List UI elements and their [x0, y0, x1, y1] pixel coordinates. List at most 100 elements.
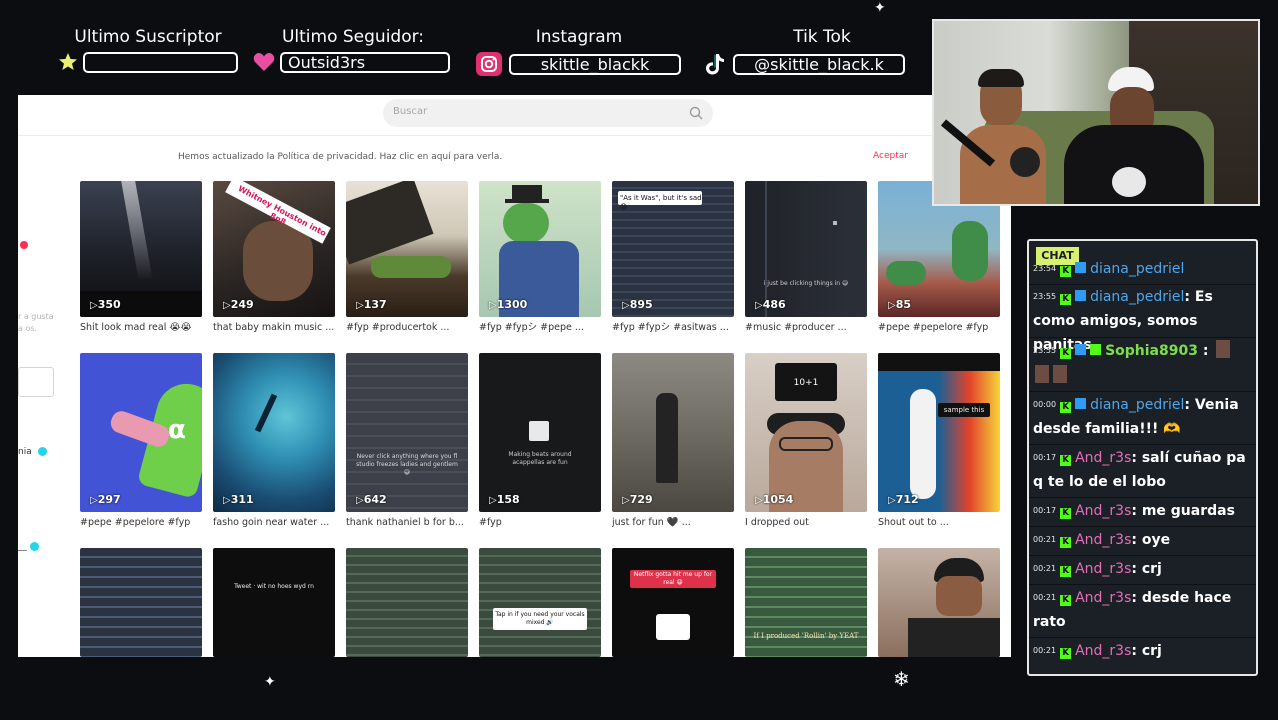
video-card[interactable]: Whitney Houston into 8n8 249 that baby m… [213, 181, 335, 334]
message-time: 00:21 [1033, 646, 1057, 655]
sidebar-button[interactable] [18, 367, 54, 397]
video-card[interactable]: α 297 #pepe #pepelore #fyp [80, 353, 202, 529]
video-thumbnail[interactable]: sample this 712 [878, 353, 1000, 512]
view-count: 1054 [755, 493, 794, 506]
chat-divider [1029, 497, 1256, 498]
video-card[interactable]: Netflix gotta hit me up for real 😆 [612, 548, 734, 657]
message-user: diana_pedriel [1090, 289, 1185, 305]
video-card[interactable]: Tap in if you need your vocals mixed 🔊 [479, 548, 601, 657]
chat-message: 23:54 Kdiana_pedriel [1033, 257, 1253, 281]
video-card[interactable]: If I produced 'Rollin' by YEAT [745, 548, 867, 657]
video-card[interactable]: 311 fasho goin near water ... [213, 353, 335, 529]
last-follower-widget: Ultimo Seguidor: Outsid3rs [253, 26, 453, 73]
video-card[interactable]: 137 #fyp #producertok ... [346, 181, 468, 334]
video-card[interactable]: "As it Was", but it's sad 😞 895 #fyp #fy… [612, 181, 734, 334]
last-follower-label: Ultimo Seguidor: [281, 27, 425, 47]
last-follower-value: Outsid3rs [280, 51, 450, 73]
message-time: 00:00 [1033, 400, 1057, 409]
video-overlay-text: Netflix gotta hit me up for real 😆 [633, 571, 713, 586]
instagram-handle: skittle_blackk [509, 53, 681, 75]
video-thumbnail[interactable]: Never click anything where you fl studio… [346, 353, 468, 512]
video-caption: #pepe #pepelore #fyp [878, 322, 989, 333]
view-count: 137 [356, 298, 387, 311]
video-card[interactable] [878, 548, 1000, 657]
video-thumbnail[interactable]: 729 [612, 353, 734, 512]
star-icon [58, 51, 78, 73]
notification-dot [20, 241, 28, 249]
video-thumbnail[interactable]: Making beats around acappellas are fun 1… [479, 353, 601, 512]
search-input[interactable]: Buscar [383, 99, 713, 127]
instagram-widget: Instagram skittle_blackk [474, 26, 684, 77]
tiktok-label: Tik Tok [793, 27, 851, 47]
video-thumbnail[interactable]: "As it Was", but it's sad 😞 895 [612, 181, 734, 317]
video-card[interactable]: sample this 712 Shout out to ... [878, 353, 1000, 529]
video-thumbnail[interactable]: 137 [346, 181, 468, 317]
video-thumbnail[interactable]: 1300 [479, 181, 601, 317]
kick-badge-icon: K [1060, 648, 1072, 659]
video-card[interactable]: Never click anything where you fl studio… [346, 353, 468, 529]
video-thumbnail[interactable]: 311 [213, 353, 335, 512]
video-caption: just for fun 🖤 ... [612, 517, 691, 528]
emote-icon [1216, 340, 1231, 358]
chat-message: 00:21 K And_r3s: desde hace rato [1033, 586, 1253, 634]
search-icon[interactable] [689, 105, 703, 124]
video-thumbnail[interactable] [346, 548, 468, 657]
view-count: 729 [622, 493, 653, 506]
video-caption: #fyp #fypシ #pepe ... [479, 322, 584, 333]
chat-message: 00:00 Kdiana_pedriel: Venia desde familia… [1033, 393, 1253, 441]
video-card[interactable]: Making beats around acappellas are fun 1… [479, 353, 601, 529]
video-thumbnail[interactable]: Netflix gotta hit me up for real 😆 [612, 548, 734, 657]
video-caption: thank nathaniel b for b... [346, 517, 464, 528]
snowflake-icon: ❄ [893, 667, 910, 691]
kick-badge-icon: K [1060, 566, 1072, 577]
video-card[interactable]: i just be clicking things in 😅 486 #musi… [745, 181, 867, 334]
instagram-label: Instagram [535, 27, 623, 47]
webcam-feed [932, 19, 1260, 206]
video-thumbnail[interactable]: Tap in if you need your vocals mixed 🔊 [479, 548, 601, 657]
video-thumbnail[interactable] [80, 548, 202, 657]
emote-icon [1053, 365, 1067, 383]
video-card[interactable]: 350 Shit look mad real 😭😭 [80, 181, 202, 334]
video-caption: Shit look mad real 😭😭 [80, 322, 192, 333]
message-text: : me guardas [1131, 503, 1235, 519]
sparkle-icon: ✦ [264, 674, 276, 690]
view-count: 311 [223, 493, 254, 506]
video-thumbnail[interactable]: If I produced 'Rollin' by YEAT [745, 548, 867, 657]
video-caption: fasho goin near water ... [213, 517, 330, 528]
video-card[interactable]: Tweet · wit no hoes wyd rn [213, 548, 335, 657]
chat-message: 00:21 K And_r3s: crj [1033, 639, 1253, 663]
kick-badge-icon: K [1060, 537, 1072, 548]
kick-badge-icon: K [1060, 348, 1072, 359]
verified-icon [38, 447, 47, 456]
kick-badge-icon: K [1060, 402, 1072, 413]
video-thumbnail[interactable]: i just be clicking things in 😅 486 [745, 181, 867, 317]
chat-divider [1029, 584, 1256, 585]
verified-badge-icon [1075, 344, 1087, 355]
video-card[interactable] [80, 548, 202, 657]
video-caption: #fyp #fypシ #asitwas ... [612, 322, 729, 333]
verified-icon [30, 542, 39, 551]
stream-scene: ✦ ✦ ❄ Ultimo Suscriptor Ultimo Seguidor:… [0, 0, 1278, 720]
chat-message: 00:17 K And_r3s: salí cuñao pa q te lo de … [1033, 446, 1253, 494]
video-thumbnail[interactable]: 10+1 1054 [745, 353, 867, 512]
message-user: And_r3s [1075, 561, 1132, 577]
sidebar-text: r a gusta a os. [18, 312, 54, 333]
message-time: 00:17 [1033, 453, 1057, 462]
video-card[interactable]: 729 just for fun 🖤 ... [612, 353, 734, 529]
video-card[interactable]: 10+1 1054 I dropped out [745, 353, 867, 529]
video-thumbnail[interactable]: α 297 [80, 353, 202, 512]
chat-divider [1029, 391, 1256, 392]
chat-message: 23:55 K Sophia8903 : [1033, 339, 1253, 391]
video-thumbnail[interactable]: 350 [80, 181, 202, 317]
sidebar-account-label: nia [18, 447, 32, 457]
accept-button[interactable]: Aceptar [873, 151, 908, 161]
video-card[interactable] [346, 548, 468, 657]
video-thumbnail[interactable] [878, 548, 1000, 657]
video-thumbnail[interactable]: Whitney Houston into 8n8 249 [213, 181, 335, 317]
message-time: 00:21 [1033, 564, 1057, 573]
video-thumbnail[interactable]: Tweet · wit no hoes wyd rn [213, 548, 335, 657]
chat-divider [1029, 337, 1256, 338]
video-card[interactable]: 1300 #fyp #fypシ #pepe ... [479, 181, 601, 334]
video-caption: Shout out to ... [878, 517, 949, 528]
sidebar-account-name[interactable]: nia [18, 447, 32, 457]
